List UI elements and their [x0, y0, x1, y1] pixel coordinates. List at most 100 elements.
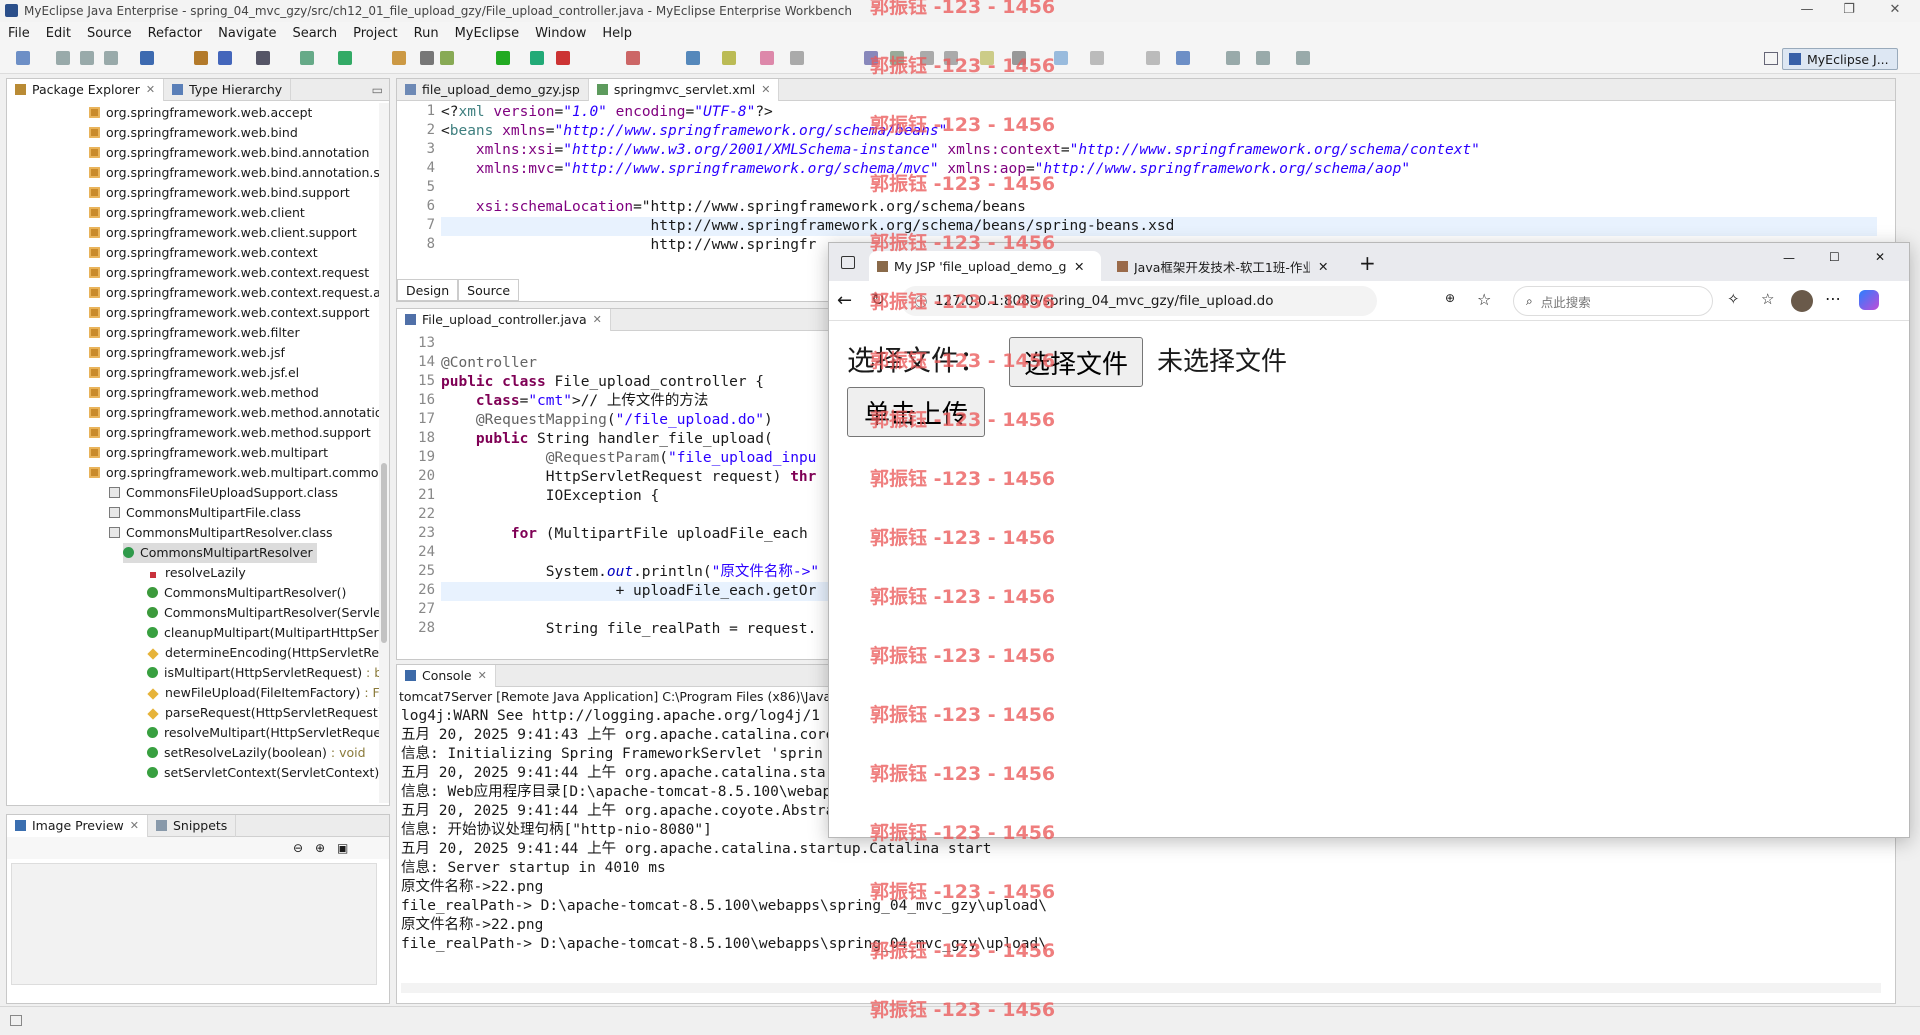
new-tab-icon[interactable]: +	[1359, 251, 1376, 275]
toolbar-icon[interactable]	[722, 51, 736, 65]
toolbar-icon[interactable]	[104, 51, 118, 65]
toolbar-icon[interactable]	[1146, 51, 1160, 65]
tree-item-package[interactable]: org.springframework.web.context	[89, 243, 318, 263]
tree-item-package[interactable]: org.springframework.web.context.request.…	[89, 283, 379, 303]
close-icon[interactable]: ✕	[130, 819, 139, 832]
toolbar-icon[interactable]	[392, 51, 406, 65]
tab-actions-icon[interactable]	[841, 256, 855, 269]
tab-image-preview[interactable]: Image Preview ✕	[7, 814, 148, 837]
close-icon[interactable]: ✕	[146, 83, 155, 96]
zoom-out-icon[interactable]: ⊖	[293, 841, 303, 855]
java-code-area[interactable]: 13 14 @Controller 15 public class File_uploa…	[397, 335, 835, 645]
xml-code-area[interactable]: 1 <?xml version="1.0" encoding="UTF-8"?> 2…	[397, 103, 1877, 263]
upload-button[interactable]: 单击上传	[847, 387, 986, 437]
menu-myeclipse[interactable]: MyEclipse	[447, 26, 528, 41]
close-icon[interactable]: ✕	[1872, 0, 1918, 22]
tree-item-class[interactable]: CommonsFileUploadSupport.class	[109, 483, 338, 503]
back-icon[interactable]: ←	[837, 290, 852, 311]
tab-source[interactable]: Source	[458, 279, 520, 301]
tree-item-member[interactable]: resolveLazily	[147, 563, 379, 583]
restore-icon[interactable]: ❐	[1826, 0, 1872, 22]
minimize-icon[interactable]: —	[1784, 0, 1830, 22]
tree-item-class[interactable]: CommonsMultipartFile.class	[109, 503, 301, 523]
tree-item-package[interactable]: org.springframework.web.bind	[89, 123, 298, 143]
tree-item-member[interactable]: parseRequest(HttpServletRequest) :	[147, 703, 379, 723]
tree-item-member[interactable]: cleanupMultipart(MultipartHttpServl	[147, 623, 379, 643]
menu-refactor[interactable]: Refactor	[140, 26, 211, 41]
toolbar-icon[interactable]	[16, 51, 30, 65]
close-icon[interactable]: ✕	[1318, 259, 1328, 274]
fit-icon[interactable]: ▣	[337, 841, 348, 855]
toolbar-icon[interactable]	[1296, 51, 1310, 65]
avatar[interactable]	[1791, 290, 1813, 312]
toolbar-icon[interactable]	[556, 51, 570, 65]
tree-item-package[interactable]: org.springframework.web.client	[89, 203, 305, 223]
close-icon[interactable]: ✕	[593, 313, 602, 326]
extensions-icon[interactable]: ✧	[1727, 290, 1740, 308]
toolbar-icon[interactable]	[440, 51, 454, 65]
toolbar-icon[interactable]	[420, 51, 434, 65]
tree-item-member[interactable]: newFileUpload(FileItemFactory) : File	[147, 683, 379, 703]
tree-item-package[interactable]: org.springframework.web.client.support	[89, 223, 357, 243]
tree-item-package[interactable]: org.springframework.web.bind.support	[89, 183, 350, 203]
tree-item-package[interactable]: org.springframework.web.method.annotatio…	[89, 403, 379, 423]
scrollbar-thumb[interactable]	[381, 463, 387, 643]
toolbar-icon[interactable]	[1054, 51, 1068, 65]
browser-tab-active[interactable]: My JSP 'file_upload_demo_gzy.jsp ✕	[869, 251, 1101, 281]
toolbar-icon[interactable]	[890, 51, 904, 65]
minimize-icon[interactable]: —	[1783, 251, 1795, 265]
tree-item-selected-type[interactable]: CommonsMultipartResolver	[123, 543, 317, 563]
zoom-in-icon[interactable]: ⊕	[315, 841, 325, 855]
tree-item-package[interactable]: org.springframework.web.context.support	[89, 303, 370, 323]
vertical-scrollbar[interactable]	[379, 103, 389, 803]
tab-springmvc-xml[interactable]: springmvc_servlet.xml ✕	[588, 78, 780, 101]
browser-search-box[interactable]: ⌕ 点此搜索	[1513, 286, 1713, 316]
tab-file-upload-jsp[interactable]: file_upload_demo_gzy.jsp	[397, 78, 589, 101]
tree-item-package[interactable]: org.springframework.web.multipart.common…	[89, 463, 379, 483]
favorite-star-icon[interactable]: ☆	[1477, 290, 1491, 309]
toolbar-icon[interactable]	[338, 51, 352, 65]
toolbar-icon[interactable]	[530, 51, 544, 65]
tree-item-package[interactable]: org.springframework.web.jsf.el	[89, 363, 299, 383]
tree-item-member[interactable]: setServletContext(ServletContext) : v	[147, 763, 379, 783]
tree-item-member[interactable]: setResolveLazily(boolean) : void	[147, 743, 379, 763]
menu-file[interactable]: File	[0, 26, 38, 41]
toolbar-icon[interactable]	[80, 51, 94, 65]
tree-item-package[interactable]: org.springframework.web.context.request	[89, 263, 369, 283]
url-field[interactable]: ⓘ 127.0.0.1:8080/spring_04_mvc_gzy/file_…	[901, 286, 1377, 316]
toolbar-icon[interactable]	[790, 51, 804, 65]
maximize-icon[interactable]: ☐	[1829, 250, 1840, 264]
tree-item-member[interactable]: isMultipart(HttpServletRequest) : bo	[147, 663, 379, 683]
menu-project[interactable]: Project	[345, 26, 405, 41]
close-icon[interactable]: ✕	[1074, 259, 1084, 274]
toolbar-icon[interactable]	[218, 51, 232, 65]
close-icon[interactable]: ✕	[1875, 250, 1885, 264]
tree-item-package[interactable]: org.springframework.web.method.support	[89, 423, 371, 443]
tree-item-package[interactable]: org.springframework.web.bind.annotation.…	[89, 163, 379, 183]
minimize-view-icon[interactable]: ▭	[372, 83, 383, 97]
tree-item-package[interactable]: org.springframework.web.method	[89, 383, 319, 403]
tree-item-class[interactable]: CommonsMultipartResolver.class	[109, 523, 333, 543]
menu-window[interactable]: Window	[527, 26, 594, 41]
toolbar-icon[interactable]	[300, 51, 314, 65]
status-icon[interactable]	[10, 1015, 22, 1026]
toolbar-icon[interactable]	[920, 51, 934, 65]
toolbar-icon[interactable]	[944, 51, 958, 65]
toolbar-icon[interactable]	[1176, 51, 1190, 65]
tree-item-package[interactable]: org.springframework.web.bind.annotation	[89, 143, 369, 163]
tab-type-hierarchy[interactable]: Type Hierarchy	[164, 78, 292, 101]
close-icon[interactable]: ✕	[761, 83, 770, 96]
copilot-icon[interactable]	[1859, 290, 1879, 310]
tree-item-member[interactable]: resolveMultipart(HttpServletRequest	[147, 723, 379, 743]
site-info-icon[interactable]: ⓘ	[915, 293, 927, 310]
menu-search[interactable]: Search	[284, 26, 345, 41]
toolbar-icon[interactable]	[1226, 51, 1240, 65]
browser-tab-2[interactable]: Java框架开发技术-软工1班-作业 ✕	[1109, 251, 1339, 281]
toolbar-icon[interactable]	[626, 51, 640, 65]
tree-item-member[interactable]: CommonsMultipartResolver(ServletC	[147, 603, 379, 623]
choose-file-button[interactable]: 选择文件	[1009, 337, 1144, 387]
toolbar-icon[interactable]	[864, 51, 878, 65]
horizontal-scrollbar[interactable]	[401, 983, 1881, 993]
refresh-icon[interactable]: ↻	[871, 290, 885, 310]
tree-item-package[interactable]: org.springframework.web.accept	[89, 103, 312, 123]
